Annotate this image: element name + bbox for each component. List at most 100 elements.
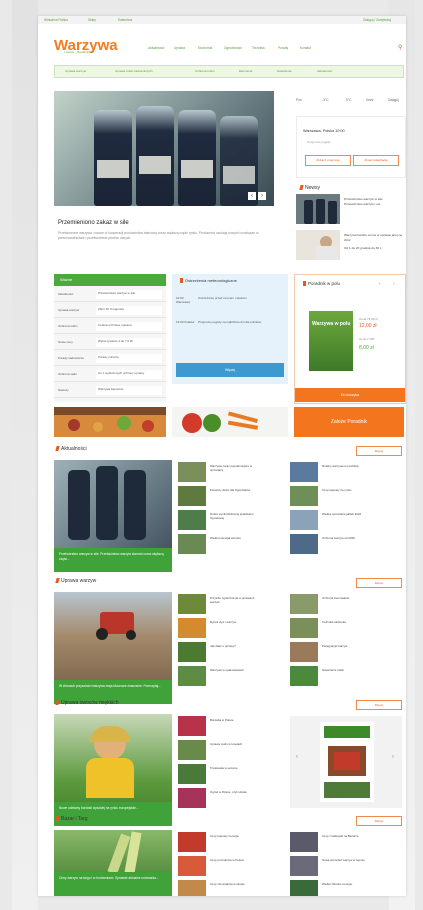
list-item[interactable]: Ogród w Polsce, czyli szkoła: [210, 790, 256, 794]
carousel-next-icon[interactable]: ›: [258, 192, 266, 200]
list-thumb[interactable]: [290, 642, 318, 662]
banner-vegetables[interactable]: [172, 407, 288, 437]
list-item[interactable]: Pielęgnacja warzyw: [322, 644, 368, 648]
nav-item[interactable]: Ogrodnictwo: [224, 46, 242, 50]
forecast-button[interactable]: Zobacz prognozę: [305, 155, 351, 166]
list-item[interactable]: Truskawka w sezonie: [210, 766, 256, 770]
list-thumb[interactable]: [290, 832, 318, 852]
list-thumb[interactable]: [290, 534, 318, 554]
list-thumb[interactable]: [178, 534, 206, 554]
section-more-button[interactable]: Więcej: [356, 446, 402, 456]
list-thumb[interactable]: [290, 594, 318, 614]
nav-item[interactable]: Aktualności: [148, 46, 164, 50]
nav-item[interactable]: Kontakt: [300, 46, 311, 50]
subnav-item[interactable]: Aktualności: [317, 69, 332, 73]
list-item[interactable]: Ceny rzodkiewki na Bazarze: [322, 834, 368, 838]
section-more-button[interactable]: Więcej: [356, 816, 402, 826]
section-more-button[interactable]: Więcej: [356, 578, 402, 588]
list-thumb[interactable]: [178, 856, 206, 876]
list-thumb[interactable]: [178, 832, 206, 852]
section-main-image[interactable]: Ceny warzyw na targu i w hurtowniach. Sp…: [54, 830, 172, 896]
nav-item[interactable]: Porady: [278, 46, 288, 50]
warning-row[interactable]: 13:00 Kraków Prognoza pogody na najbliższ…: [176, 320, 284, 324]
nav-item[interactable]: Uprawa: [174, 46, 185, 50]
topbar-link[interactable]: Sklep: [88, 18, 96, 22]
nav-item[interactable]: Technika: [252, 46, 265, 50]
shop-prev-icon[interactable]: ‹: [379, 281, 381, 287]
subnav-item[interactable]: Nawożenie: [277, 69, 292, 73]
list-item[interactable]: Rynek dyni i warzyw: [210, 620, 256, 624]
news-item[interactable]: Przetwórstwo warzyw w sile. Przetwórstwo…: [296, 194, 404, 224]
list-item[interactable]: Ceny pomidorów w Polsce: [210, 858, 256, 862]
search-icon[interactable]: ⚲: [398, 45, 404, 51]
list-item[interactable]: Dobre wyniki Rolniczej spółdzielni Ogrod…: [210, 512, 256, 520]
subnav-item[interactable]: Ekonomia: [239, 69, 252, 73]
list-item[interactable]: Ceny ziemniaków w skupie: [210, 882, 256, 886]
list-item[interactable]: Jak dbać o uprawy?: [210, 644, 256, 648]
list-thumb[interactable]: [290, 856, 318, 876]
list-thumb[interactable]: [290, 618, 318, 638]
list-thumb[interactable]: [178, 764, 206, 784]
buy-button[interactable]: Do koszyka: [295, 388, 405, 402]
change-location-button[interactable]: Zmień lokalizację: [353, 155, 399, 166]
list-thumb[interactable]: [178, 666, 206, 686]
list-thumb[interactable]: [290, 666, 318, 686]
news-item[interactable]: Warzywa bardzo cenne w uprawie jarej na …: [296, 230, 404, 260]
list-item[interactable]: Borówka w Polsce: [210, 718, 256, 722]
list-item[interactable]: Ceny kapusty na rynku: [322, 488, 368, 492]
topbar-link[interactable]: Kalendarz: [118, 18, 132, 22]
weather-login[interactable]: Zaloguj: [388, 98, 399, 102]
important-row[interactable]: Nowe ceny Wykorzystanie 4 do 7,0 l/h: [54, 336, 166, 350]
list-item[interactable]: Nowa sprzedaż warzyw w rejonie: [322, 858, 368, 862]
login-link[interactable]: Zaloguj / Zarejestruj: [363, 18, 391, 22]
section-main-image[interactable]: Nowe odmiany borówki wysokiej na rynku e…: [54, 714, 172, 826]
list-item[interactable]: Wielki potencjał wzrostu: [210, 536, 256, 540]
list-item[interactable]: Uprawa malin w tunelach: [210, 742, 256, 746]
carousel-prev-icon[interactable]: ‹: [296, 754, 298, 760]
list-thumb[interactable]: [290, 462, 318, 482]
important-row[interactable]: Porady sadownicze Porady rolnicze: [54, 352, 166, 366]
important-row[interactable]: Ochrona roślin Cebula w Polsce opisana: [54, 320, 166, 334]
book-cover[interactable]: Warzywa w polu: [309, 311, 353, 371]
list-item[interactable]: Ochrona warzyw od 2025: [322, 536, 368, 540]
important-row[interactable]: Aktualności Przetwórstwo warzyw w sile: [54, 288, 166, 302]
list-item[interactable]: Warzywa w opakowaniach: [210, 668, 256, 672]
list-thumb[interactable]: [178, 618, 206, 638]
logo[interactable]: Warzywa i owoce · Ogrodnictwo: [54, 38, 118, 56]
banner-shop[interactable]: Zaloże Poradnik: [294, 407, 404, 437]
list-thumb[interactable]: [178, 642, 206, 662]
section-main-image[interactable]: W zbiorach przyszłości warzywa maja kluc…: [54, 592, 172, 704]
subnav-item[interactable]: Ochrona roślin: [195, 69, 215, 73]
section-main-image[interactable]: Przetwórstwo warzyw w sile. Przetwórstwo…: [54, 460, 172, 572]
list-thumb[interactable]: [290, 880, 318, 896]
shop-next-icon[interactable]: ›: [393, 281, 395, 287]
important-row[interactable]: Nawozy Warzywa kapustne: [54, 384, 166, 398]
hero-image[interactable]: ‹ ›: [54, 91, 274, 206]
list-thumb[interactable]: [290, 510, 318, 530]
banner-produce[interactable]: [54, 407, 166, 437]
list-item[interactable]: Ceny kapusty na targu: [210, 834, 256, 838]
list-item[interactable]: Warzywa coraz popularniejsze w sprzedaży: [210, 464, 256, 472]
section-more-button[interactable]: Więcej: [356, 700, 402, 710]
carousel-prev-icon[interactable]: ‹: [248, 192, 256, 200]
carousel-next-icon[interactable]: ›: [392, 754, 394, 760]
list-thumb[interactable]: [178, 740, 206, 760]
list-item[interactable]: Nawożenie roślin: [322, 668, 368, 672]
list-thumb[interactable]: [178, 788, 206, 808]
list-thumb[interactable]: [178, 462, 206, 482]
magazine-cover[interactable]: [320, 722, 374, 802]
list-thumb[interactable]: [178, 716, 206, 736]
list-thumb[interactable]: [178, 880, 206, 896]
nav-item[interactable]: Ekonomia: [198, 46, 212, 50]
important-row[interactable]: Ochrona sadu Co z wydłużonych ochrony upr…: [54, 368, 166, 382]
warning-row[interactable]: 10:00 WarszawaOstrzeżenie przed mrozem i…: [176, 296, 284, 304]
list-item[interactable]: Wielkie sprzedaże jabłek 2024: [322, 512, 368, 516]
list-item[interactable]: Rośliny warzywa w produkcji: [322, 464, 368, 468]
hero-title[interactable]: Przemieniono zakaz w sile: [58, 220, 129, 226]
list-item[interactable]: Przyszłe ograniczenia w uprawach warzyw: [210, 596, 256, 604]
topbar-link[interactable]: Wirtualna Polska: [44, 18, 68, 22]
list-thumb[interactable]: [290, 486, 318, 506]
subnav-item[interactable]: Uprawa warzyw: [65, 69, 86, 73]
list-item[interactable]: Technika sadzenia: [322, 620, 368, 624]
list-thumb[interactable]: [178, 486, 206, 506]
